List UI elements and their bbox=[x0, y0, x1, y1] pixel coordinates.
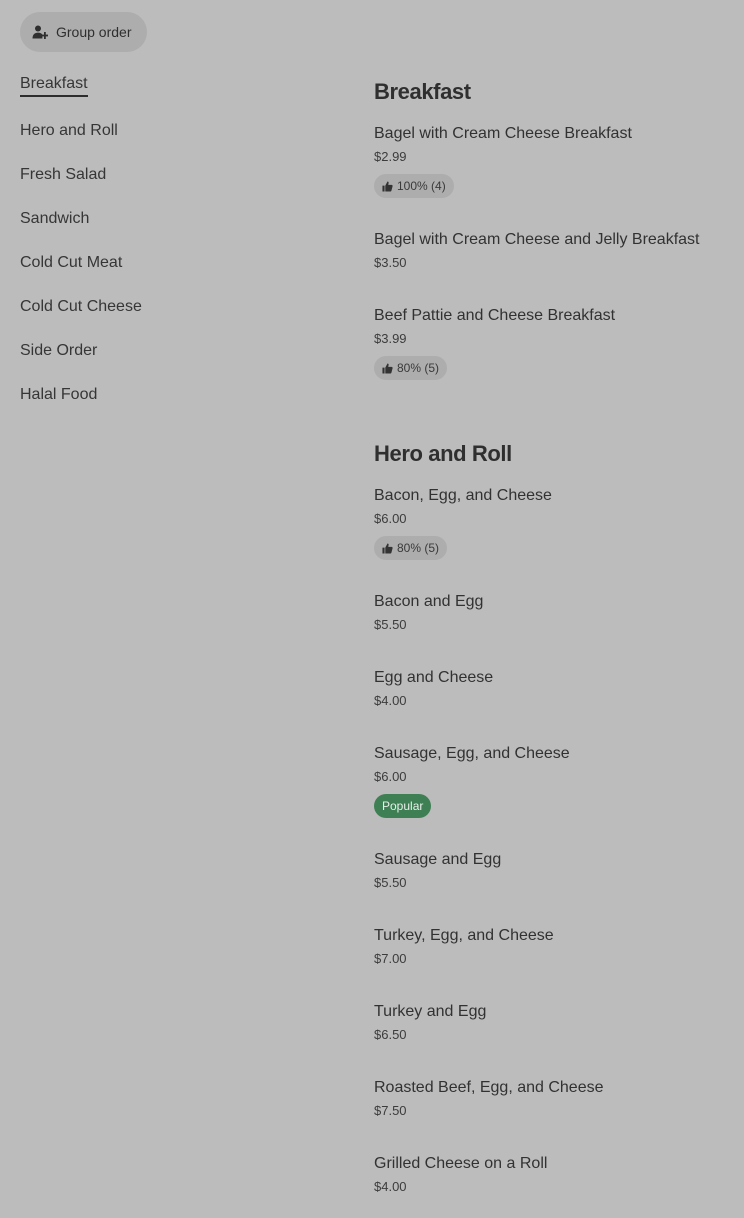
sidebar-item-label: Cold Cut Meat bbox=[20, 254, 123, 271]
item-price: $7.50 bbox=[374, 1103, 407, 1118]
sidebar-item-hero-and-roll[interactable]: Hero and Roll bbox=[20, 109, 320, 153]
rating-badge: 80% (5) bbox=[374, 536, 448, 560]
menu-section-hero-and-roll: Hero and Roll Bacon, Egg, and Cheese $6.… bbox=[374, 438, 734, 1195]
item-price: $2.99 bbox=[374, 149, 407, 164]
menu-item[interactable]: Bagel with Cream Cheese Breakfast $2.99 … bbox=[374, 124, 734, 198]
rating-badge: 80% (5) bbox=[374, 356, 448, 380]
popular-badge: Popular bbox=[374, 794, 432, 818]
section-title: Breakfast bbox=[374, 79, 471, 104]
menu-item[interactable]: Egg and Cheese $4.00 bbox=[374, 668, 734, 709]
menu-item[interactable]: Bacon, Egg, and Cheese $6.00 80% (5) bbox=[374, 486, 734, 560]
menu-content: Breakfast Bagel with Cream Cheese Breakf… bbox=[374, 76, 734, 1195]
item-price: $6.00 bbox=[374, 511, 407, 526]
rating-text: 80% (5) bbox=[397, 361, 440, 375]
item-price: $3.50 bbox=[374, 255, 407, 270]
item-name: Beef Pattie and Cheese Breakfast bbox=[374, 307, 616, 324]
category-sidebar: Breakfast Hero and Roll Fresh Salad Sand… bbox=[20, 74, 320, 417]
item-price: $7.00 bbox=[374, 951, 407, 966]
item-name: Turkey, Egg, and Cheese bbox=[374, 927, 554, 944]
item-price: $6.00 bbox=[374, 769, 407, 784]
sidebar-item-fresh-salad[interactable]: Fresh Salad bbox=[20, 153, 320, 197]
sidebar-item-cold-cut-cheese[interactable]: Cold Cut Cheese bbox=[20, 285, 320, 329]
sidebar-item-label: Fresh Salad bbox=[20, 166, 107, 183]
sidebar-item-side-order[interactable]: Side Order bbox=[20, 329, 320, 373]
item-name: Bacon and Egg bbox=[374, 593, 484, 610]
item-name: Roasted Beef, Egg, and Cheese bbox=[374, 1079, 604, 1096]
item-name: Bagel with Cream Cheese Breakfast bbox=[374, 125, 632, 142]
item-name: Egg and Cheese bbox=[374, 669, 494, 686]
rating-text: 100% (4) bbox=[397, 179, 446, 193]
sidebar-item-label: Breakfast bbox=[20, 74, 88, 97]
item-name: Bacon, Egg, and Cheese bbox=[374, 487, 552, 504]
menu-item[interactable]: Sausage, Egg, and Cheese $6.00 Popular bbox=[374, 744, 734, 818]
rating-badge: 100% (4) bbox=[374, 174, 454, 198]
sidebar-item-halal-food[interactable]: Halal Food bbox=[20, 373, 320, 417]
sidebar-item-cold-cut-meat[interactable]: Cold Cut Meat bbox=[20, 241, 320, 285]
section-title: Hero and Roll bbox=[374, 441, 512, 466]
item-price: $4.00 bbox=[374, 1179, 407, 1194]
item-name: Turkey and Egg bbox=[374, 1003, 487, 1020]
item-name: Bagel with Cream Cheese and Jelly Breakf… bbox=[374, 231, 700, 248]
item-name: Sausage, Egg, and Cheese bbox=[374, 745, 570, 762]
item-price: $5.50 bbox=[374, 875, 407, 890]
sidebar-item-label: Sandwich bbox=[20, 210, 90, 227]
thumbs-up-icon bbox=[382, 181, 393, 192]
menu-item[interactable]: Beef Pattie and Cheese Breakfast $3.99 8… bbox=[374, 306, 734, 380]
rating-text: 80% (5) bbox=[397, 541, 440, 555]
menu-section-breakfast: Breakfast Bagel with Cream Cheese Breakf… bbox=[374, 76, 734, 380]
sidebar-item-label: Hero and Roll bbox=[20, 122, 118, 139]
item-price: $3.99 bbox=[374, 331, 407, 346]
item-name: Grilled Cheese on a Roll bbox=[374, 1155, 548, 1172]
sidebar-item-label: Halal Food bbox=[20, 386, 98, 403]
menu-item[interactable]: Roasted Beef, Egg, and Cheese $7.50 bbox=[374, 1078, 734, 1119]
item-price: $4.00 bbox=[374, 693, 407, 708]
menu-item[interactable]: Bacon and Egg $5.50 bbox=[374, 592, 734, 633]
store-menu-page: Group order Breakfast Hero and Roll Fres… bbox=[0, 0, 744, 1218]
sidebar-item-label: Side Order bbox=[20, 342, 98, 359]
menu-item[interactable]: Turkey, Egg, and Cheese $7.00 bbox=[374, 926, 734, 967]
menu-item[interactable]: Sausage and Egg $5.50 bbox=[374, 850, 734, 891]
menu-item[interactable]: Turkey and Egg $6.50 bbox=[374, 1002, 734, 1043]
sidebar-item-label: Cold Cut Cheese bbox=[20, 298, 142, 315]
sidebar-item-breakfast[interactable]: Breakfast bbox=[20, 74, 320, 98]
item-name: Sausage and Egg bbox=[374, 851, 502, 868]
thumbs-up-icon bbox=[382, 543, 393, 554]
group-order-label: Group order bbox=[56, 24, 132, 40]
thumbs-up-icon bbox=[382, 363, 393, 374]
item-price: $6.50 bbox=[374, 1027, 407, 1042]
group-order-button[interactable]: Group order bbox=[20, 12, 148, 52]
menu-item[interactable]: Bagel with Cream Cheese and Jelly Breakf… bbox=[374, 230, 734, 271]
sidebar-item-sandwich[interactable]: Sandwich bbox=[20, 197, 320, 241]
item-price: $5.50 bbox=[374, 617, 407, 632]
menu-item[interactable]: Grilled Cheese on a Roll $4.00 bbox=[374, 1154, 734, 1195]
add-person-icon bbox=[32, 24, 48, 40]
